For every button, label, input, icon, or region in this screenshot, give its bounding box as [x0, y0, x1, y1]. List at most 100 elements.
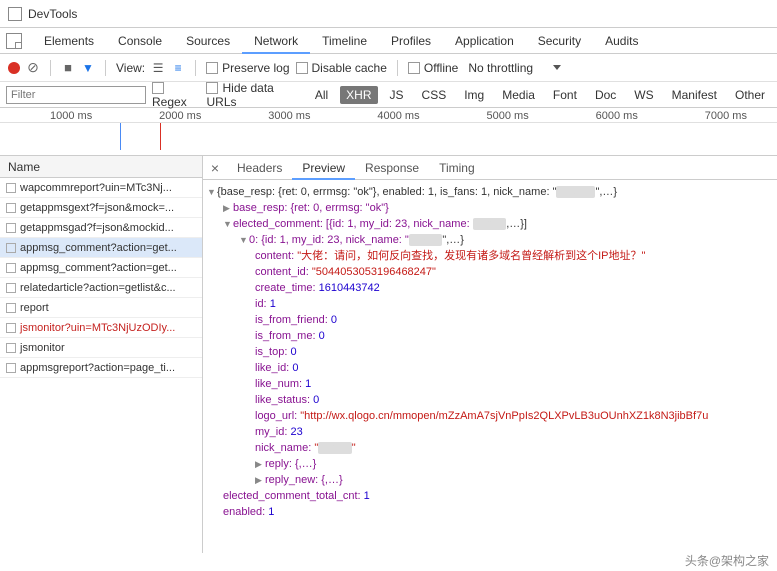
expand-arrow-icon[interactable]: [255, 472, 265, 488]
detail-tab-timing[interactable]: Timing: [429, 156, 485, 180]
request-row[interactable]: wapcommreport?uin=MTc3Nj...: [0, 178, 202, 198]
tree-row[interactable]: id: 1: [207, 296, 773, 312]
preview-body[interactable]: {base_resp: {ret: 0, errmsg: "ok"}, enab…: [203, 180, 777, 553]
dock-icon[interactable]: [6, 33, 22, 49]
tab-console[interactable]: Console: [106, 28, 174, 54]
record-icon[interactable]: [8, 62, 20, 74]
tree-row[interactable]: elected_comment: [{id: 1, my_id: 23, nic…: [207, 216, 773, 232]
filter-type-media[interactable]: Media: [496, 86, 541, 104]
request-name: wapcommreport?uin=MTc3Nj...: [20, 178, 172, 198]
tree-row[interactable]: 0: {id: 1, my_id: 23, nick_name: "x",…}: [207, 232, 773, 248]
filter-type-img[interactable]: Img: [458, 86, 490, 104]
tree-row[interactable]: enabled: 1: [207, 504, 773, 520]
request-list: wapcommreport?uin=MTc3Nj...getappmsgext?…: [0, 178, 202, 378]
tree-row[interactable]: content_id: "5044053053196468247": [207, 264, 773, 280]
tree-row[interactable]: is_top: 0: [207, 344, 773, 360]
request-row[interactable]: getappmsgext?f=json&mock=...: [0, 198, 202, 218]
filter-input[interactable]: [6, 86, 146, 104]
tree-row[interactable]: base_resp: {ret: 0, errmsg: "ok"}: [207, 200, 773, 216]
tree-row[interactable]: is_from_me: 0: [207, 328, 773, 344]
tab-security[interactable]: Security: [526, 28, 593, 54]
small-rows-icon[interactable]: ≡: [171, 61, 185, 75]
request-name: relatedarticle?action=getlist&c...: [20, 278, 176, 298]
tree-row[interactable]: like_status: 0: [207, 392, 773, 408]
detail-tab-preview[interactable]: Preview: [292, 156, 355, 180]
tab-audits[interactable]: Audits: [593, 28, 650, 54]
filter-type-xhr[interactable]: XHR: [340, 86, 377, 104]
clear-icon[interactable]: ⊘: [26, 61, 40, 75]
file-icon: [6, 243, 16, 253]
main-tabs: Elements Console Sources Network Timelin…: [0, 28, 777, 54]
request-row[interactable]: getappmsgad?f=json&mockid...: [0, 218, 202, 238]
tab-application[interactable]: Application: [443, 28, 526, 54]
domcontentloaded-mark: [120, 123, 121, 150]
request-row[interactable]: appmsgreport?action=page_ti...: [0, 358, 202, 378]
app-icon: [8, 7, 22, 21]
tree-row[interactable]: like_num: 1: [207, 376, 773, 392]
load-mark: [160, 123, 161, 150]
detail-tab-response[interactable]: Response: [355, 156, 429, 180]
request-row[interactable]: jsmonitor?uin=MTc3NjUzODIy...: [0, 318, 202, 338]
regex-option[interactable]: Regex: [152, 81, 200, 109]
expand-arrow-icon[interactable]: [207, 184, 217, 200]
request-row[interactable]: report: [0, 298, 202, 318]
filter-type-all[interactable]: All: [309, 86, 334, 104]
expand-arrow-icon[interactable]: [255, 456, 265, 472]
tree-row[interactable]: content: "大佬：请问，如何反向查找，发现有诸多域名曾经解析到这个IP地…: [207, 248, 773, 264]
throttling-select[interactable]: No throttling: [468, 61, 561, 75]
request-name: getappmsgext?f=json&mock=...: [20, 198, 174, 218]
tree-row[interactable]: elected_comment_total_cnt: 1: [207, 488, 773, 504]
tree-row[interactable]: like_id: 0: [207, 360, 773, 376]
chevron-down-icon: [553, 65, 561, 70]
tree-row[interactable]: my_id: 23: [207, 424, 773, 440]
timeline-overview[interactable]: 1000 ms 2000 ms 3000 ms 4000 ms 5000 ms …: [0, 108, 777, 156]
expand-arrow-icon[interactable]: [239, 232, 249, 248]
tree-row[interactable]: logo_url: "http://wx.qlogo.cn/mmopen/mZz…: [207, 408, 773, 424]
filter-type-manifest[interactable]: Manifest: [666, 86, 723, 104]
expand-arrow-icon[interactable]: [223, 200, 233, 216]
tree-row[interactable]: reply_new: {,…}: [207, 472, 773, 488]
filter-type-ws[interactable]: WS: [628, 86, 659, 104]
timeline-tick: 6000 ms: [596, 110, 638, 122]
tree-row[interactable]: {base_resp: {ret: 0, errmsg: "ok"}, enab…: [207, 184, 773, 200]
tree-row[interactable]: create_time: 1610443742: [207, 280, 773, 296]
close-icon[interactable]: ×: [203, 160, 227, 176]
filter-type-doc[interactable]: Doc: [589, 86, 622, 104]
column-header-name[interactable]: Name: [0, 156, 202, 178]
tree-row[interactable]: nick_name: "x": [207, 440, 773, 456]
filter-type-css[interactable]: CSS: [416, 86, 453, 104]
tab-timeline[interactable]: Timeline: [310, 28, 379, 54]
tab-profiles[interactable]: Profiles: [379, 28, 443, 54]
timeline-labels: 1000 ms 2000 ms 3000 ms 4000 ms 5000 ms …: [0, 108, 777, 122]
request-row[interactable]: jsmonitor: [0, 338, 202, 358]
network-toolbar: ⊘ ■ ▼ View: ☰ ≡ Preserve log Disable cac…: [0, 54, 777, 82]
file-icon: [6, 263, 16, 273]
tree-row[interactable]: is_from_friend: 0: [207, 312, 773, 328]
detail-tab-headers[interactable]: Headers: [227, 156, 292, 180]
expand-arrow-icon[interactable]: [223, 216, 233, 232]
screenshot-icon[interactable]: ■: [61, 61, 75, 75]
filter-type-js[interactable]: JS: [384, 86, 410, 104]
tab-elements[interactable]: Elements: [32, 28, 106, 54]
request-name: appmsg_comment?action=get...: [20, 258, 177, 278]
request-row[interactable]: relatedarticle?action=getlist&c...: [0, 278, 202, 298]
detail-tabs: × Headers Preview Response Timing: [203, 156, 777, 180]
request-row[interactable]: appmsg_comment?action=get...: [0, 258, 202, 278]
tree-row[interactable]: reply: {,…}: [207, 456, 773, 472]
tab-network[interactable]: Network: [242, 28, 310, 54]
timeline-tick: 3000 ms: [268, 110, 310, 122]
large-rows-icon[interactable]: ☰: [151, 61, 165, 75]
hide-data-urls-option[interactable]: Hide data URLs: [206, 81, 302, 109]
disable-cache-option[interactable]: Disable cache: [296, 61, 387, 75]
view-label: View:: [116, 61, 145, 75]
main-split: Name wapcommreport?uin=MTc3Nj...getappms…: [0, 156, 777, 553]
filter-type-font[interactable]: Font: [547, 86, 583, 104]
offline-option[interactable]: Offline: [408, 61, 458, 75]
request-row[interactable]: appmsg_comment?action=get...: [0, 238, 202, 258]
tab-sources[interactable]: Sources: [174, 28, 242, 54]
filter-icon[interactable]: ▼: [81, 61, 95, 75]
timeline-tick: 4000 ms: [377, 110, 419, 122]
filter-type-other[interactable]: Other: [729, 86, 771, 104]
preserve-log-option[interactable]: Preserve log: [206, 61, 289, 75]
timeline-tick: 2000 ms: [159, 110, 201, 122]
